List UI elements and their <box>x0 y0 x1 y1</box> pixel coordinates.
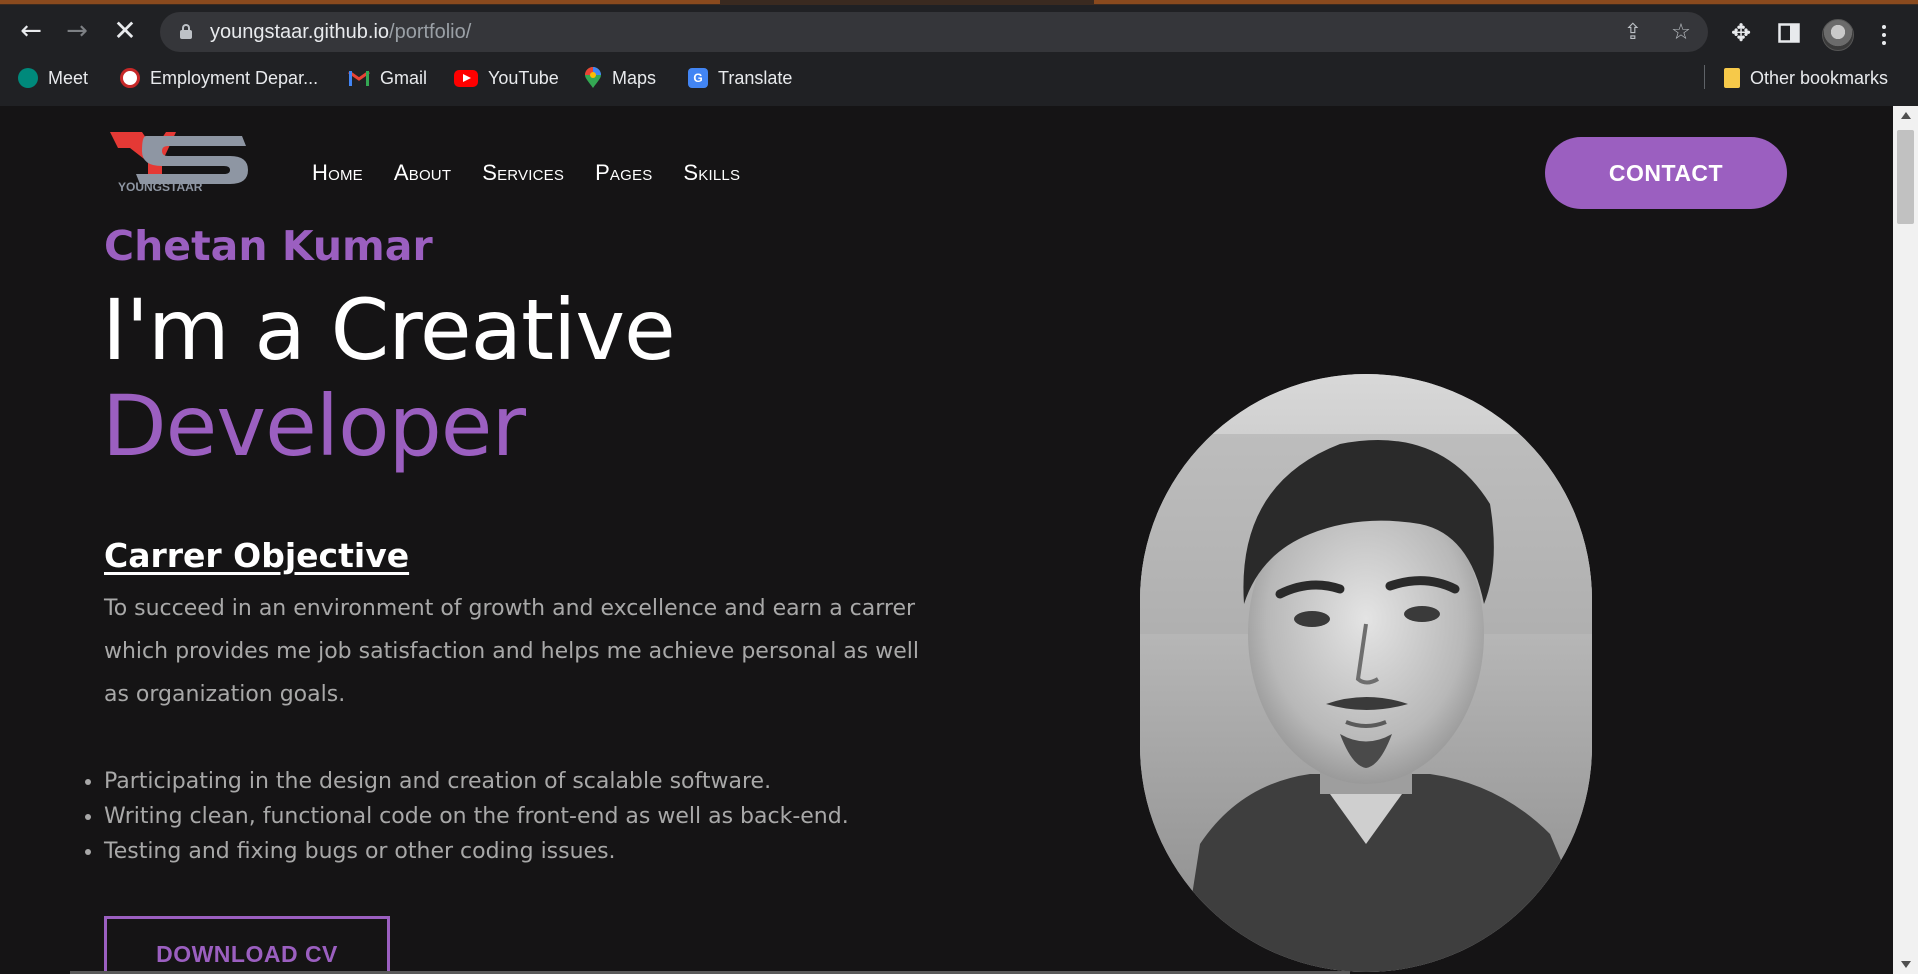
download-cv-button[interactable]: DOWNLOAD CV <box>104 916 390 974</box>
bookmarks-separator <box>1704 65 1705 89</box>
folder-icon <box>1724 68 1740 88</box>
site-logo[interactable]: YOUNGSTAAR <box>106 128 252 194</box>
page-viewport: YOUNGSTAAR Home About Services Pages Ski… <box>0 106 1893 974</box>
bookmark-label: YouTube <box>488 67 559 88</box>
list-item: Testing and fixing bugs or other coding … <box>104 834 849 869</box>
profile-avatar[interactable] <box>1822 19 1854 51</box>
other-bookmarks-label: Other bookmarks <box>1750 67 1889 88</box>
headline-line-1: I'm a Creative <box>102 281 676 379</box>
list-item: Writing clean, functional code on the fr… <box>104 799 849 834</box>
bookmark-maps[interactable]: Maps <box>584 65 656 91</box>
bookmark-label: Gmail <box>380 67 428 88</box>
gmail-icon <box>348 69 370 87</box>
nav-services[interactable]: Services <box>482 160 564 186</box>
stop-loading-icon[interactable]: ✕ <box>108 14 142 48</box>
bookmarks-bar: Meet Employment Depar... Gmail YouTube M… <box>0 58 1918 98</box>
tab-strip-edge <box>0 0 1918 5</box>
translate-icon: G <box>688 68 708 88</box>
lock-icon[interactable] <box>180 24 192 39</box>
emblem-icon <box>120 68 140 88</box>
browser-menu-icon[interactable] <box>1874 20 1894 50</box>
url-text[interactable]: youngstaar.github.io/portfolio/ <box>210 21 471 44</box>
url-host: youngstaar.github.io <box>210 21 390 43</box>
bookmark-meet[interactable]: Meet <box>18 65 88 91</box>
scroll-thumb[interactable] <box>1897 130 1914 224</box>
responsibilities-list: Participating in the design and creation… <box>104 764 849 869</box>
main-nav: Home About Services Pages Skills <box>312 160 740 186</box>
bookmark-label: Meet <box>48 67 89 88</box>
url-path: /portfolio/ <box>389 21 472 43</box>
nav-skills[interactable]: Skills <box>683 160 740 186</box>
bookmark-youtube[interactable]: YouTube <box>454 65 559 91</box>
objective-text: To succeed in an environment of growth a… <box>104 596 919 707</box>
nav-about[interactable]: About <box>394 160 451 186</box>
bookmark-star-icon[interactable]: ☆ <box>1668 19 1694 45</box>
bookmark-label: Maps <box>612 67 657 88</box>
nav-home[interactable]: Home <box>312 160 363 186</box>
browser-chrome: ← → ✕ youngstaar.github.io/portfolio/ ⇪ … <box>0 0 1918 106</box>
bookmark-employment[interactable]: Employment Depar... <box>120 65 318 91</box>
profile-photo <box>1140 374 1592 972</box>
meet-icon <box>18 68 38 88</box>
objective-title: Carrer Objective <box>104 536 410 575</box>
side-panel-icon[interactable] <box>1776 20 1802 46</box>
bookmark-translate[interactable]: G Translate <box>688 65 792 91</box>
person-name: Chetan Kumar <box>104 222 433 270</box>
extensions-puzzle-icon[interactable]: ✥ <box>1728 19 1754 47</box>
share-icon[interactable]: ⇪ <box>1620 19 1646 45</box>
address-bar[interactable]: youngstaar.github.io/portfolio/ ⇪ ☆ <box>160 12 1708 52</box>
hero-headline: I'm a Creative Developer <box>102 281 676 475</box>
maps-icon <box>584 67 602 89</box>
back-arrow-icon[interactable]: ← <box>14 14 48 48</box>
headline-line-2: Developer <box>102 377 526 475</box>
bookmark-label: Translate <box>718 67 793 88</box>
scroll-up-arrow-icon[interactable] <box>1901 112 1911 119</box>
contact-button[interactable]: CONTACT <box>1545 137 1787 209</box>
nav-pages[interactable]: Pages <box>595 160 652 186</box>
youtube-icon <box>454 69 478 87</box>
bookmark-label: Employment Depar... <box>150 67 319 88</box>
list-item: Participating in the design and creation… <box>104 764 849 799</box>
forward-arrow-icon[interactable]: → <box>60 14 94 48</box>
page-scrollbar[interactable] <box>1893 106 1918 974</box>
browser-toolbar: ← → ✕ youngstaar.github.io/portfolio/ ⇪ … <box>0 6 1918 56</box>
other-bookmarks[interactable]: Other bookmarks <box>1724 65 1888 91</box>
logo-text: YOUNGSTAAR <box>118 180 203 192</box>
bookmark-gmail[interactable]: Gmail <box>348 65 427 91</box>
scroll-down-arrow-icon[interactable] <box>1901 961 1911 968</box>
